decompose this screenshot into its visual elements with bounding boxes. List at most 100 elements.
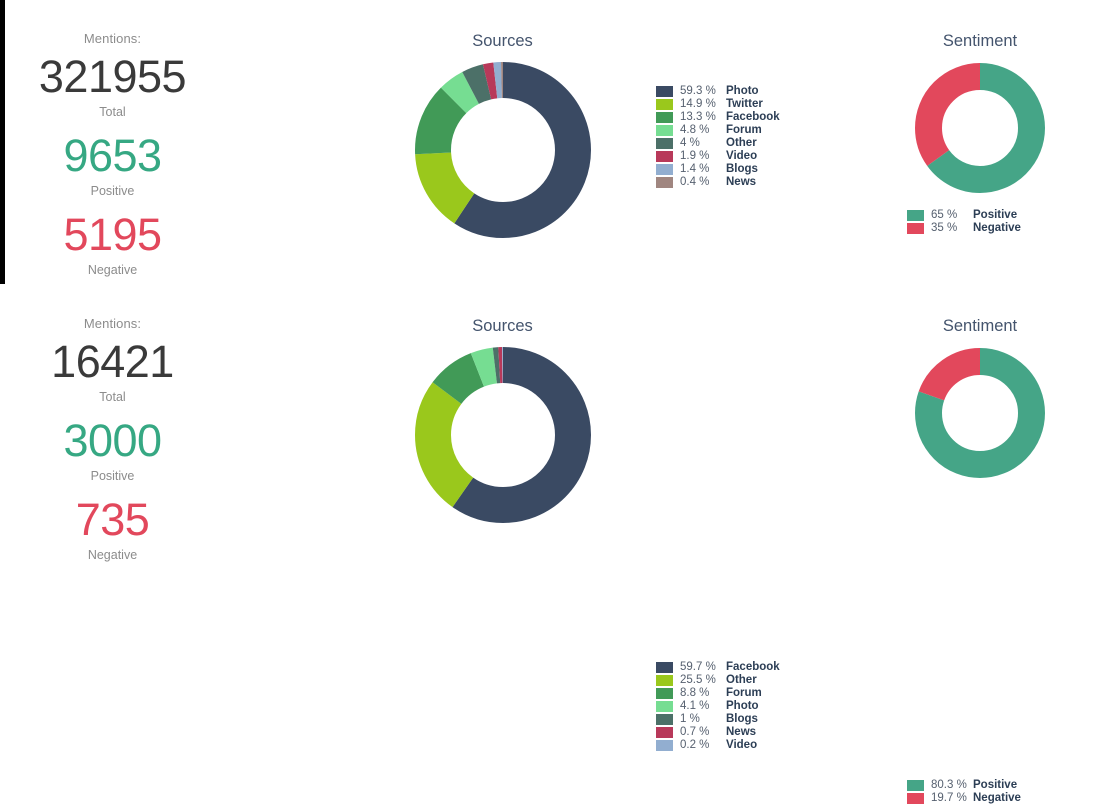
mentions-positive-value: 3000 — [63, 414, 162, 466]
legend-color-swatch — [656, 138, 673, 149]
legend-label: Video — [726, 150, 758, 162]
legend-color-swatch — [656, 675, 673, 686]
mentions-negative-value: 5195 — [63, 208, 162, 260]
mentions-negative-label: Negative — [87, 547, 138, 562]
legend-item[interactable]: 8.8 % Forum — [656, 687, 780, 700]
legend-item[interactable]: 80.3 % Positive — [907, 779, 1021, 792]
legend-item[interactable]: 14.9 % Twitter — [656, 98, 780, 111]
legend-color-swatch — [907, 210, 924, 221]
sources-chart-title: Sources — [472, 32, 533, 50]
legend-color-swatch — [656, 86, 673, 97]
mentions-positive-value: 9653 — [63, 129, 162, 181]
legend-percent: 1.4 % — [680, 163, 710, 175]
legend-color-swatch — [656, 177, 673, 188]
legend-percent: 59.3 % — [680, 85, 716, 97]
legend-item[interactable]: 59.7 % Facebook — [656, 661, 780, 674]
legend-label: News — [726, 726, 757, 738]
legend-item[interactable]: 1 % Blogs — [656, 713, 780, 726]
legend-label: Facebook — [726, 661, 780, 673]
sentiment-donut-chart[interactable] — [915, 348, 1045, 478]
legend-label: Blogs — [726, 713, 758, 725]
sentiment-chart-block: Sentiment — [880, 0, 1080, 193]
legend-color-swatch — [907, 223, 924, 234]
legend-percent: 4 % — [680, 137, 700, 149]
dashboard-row-1: Mentions: 321955 Total 9653 Positive 519… — [0, 0, 1116, 285]
sentiment-chart-block: Sentiment — [880, 285, 1080, 478]
legend-color-swatch — [656, 125, 673, 136]
legend-percent: 59.7 % — [680, 661, 716, 673]
legend-label: Other — [726, 674, 757, 686]
legend-percent: 1 % — [680, 713, 700, 725]
legend-label: Other — [726, 137, 757, 149]
legend-label: Negative — [973, 222, 1021, 234]
mentions-panel: Mentions: 16421 Total 3000 Positive 735 … — [5, 285, 220, 570]
legend-item[interactable]: 65 % Positive — [907, 209, 1021, 222]
legend-item[interactable]: 0.2 % Video — [656, 739, 780, 752]
legend-color-swatch — [656, 727, 673, 738]
legend-item[interactable]: 35 % Negative — [907, 222, 1021, 235]
sentiment-donut-chart[interactable] — [915, 63, 1045, 193]
sentiment-chart-title: Sentiment — [942, 32, 1018, 50]
legend-percent: 19.7 % — [931, 792, 967, 804]
legend-color-swatch — [907, 780, 924, 791]
legend-label: Forum — [726, 124, 762, 136]
legend-item[interactable]: 0.7 % News — [656, 726, 780, 739]
mentions-total-value: 321955 — [38, 51, 187, 102]
mentions-total-label: Total — [99, 104, 126, 119]
mentions-caption: Mentions: — [83, 316, 142, 331]
legend-percent: 4.8 % — [680, 124, 710, 136]
legend-color-swatch — [656, 164, 673, 175]
legend-color-swatch — [907, 793, 924, 804]
legend-color-swatch — [656, 112, 673, 123]
legend-item[interactable]: 1.4 % Blogs — [656, 163, 780, 176]
sources-donut-chart[interactable] — [414, 62, 591, 238]
legend-item[interactable]: 13.3 % Facebook — [656, 111, 780, 124]
legend-color-swatch — [656, 701, 673, 712]
legend-label: News — [726, 176, 757, 188]
mentions-negative-label: Negative — [87, 262, 138, 277]
legend-label: Video — [726, 739, 758, 751]
mentions-total-value: 16421 — [51, 336, 174, 387]
mentions-positive-label: Positive — [90, 183, 135, 198]
legend-label: Blogs — [726, 163, 758, 175]
legend-label: Positive — [973, 209, 1018, 221]
legend-percent: 4.1 % — [680, 700, 710, 712]
mentions-caption: Mentions: — [83, 31, 142, 46]
legend-percent: 0.7 % — [680, 726, 710, 738]
sentiment-chart-title: Sentiment — [942, 317, 1018, 335]
legend-percent: 80.3 % — [931, 779, 967, 791]
legend-item[interactable]: 0.4 % News — [656, 176, 780, 189]
legend-item[interactable]: 1.9 % Video — [656, 150, 780, 163]
legend-percent: 14.9 % — [680, 98, 716, 110]
legend-item[interactable]: 4 % Other — [656, 137, 780, 150]
legend-item[interactable]: 4.8 % Forum — [656, 124, 780, 137]
legend-percent: 0.4 % — [680, 176, 710, 188]
legend-label: Photo — [726, 700, 759, 712]
mentions-positive-label: Positive — [90, 468, 135, 483]
legend-percent: 1.9 % — [680, 150, 710, 162]
legend-percent: 65 % — [931, 209, 958, 221]
sentiment-legend: 65 % Positive 35 % Negative — [907, 209, 1021, 235]
legend-label: Twitter — [726, 98, 763, 110]
legend-color-swatch — [656, 99, 673, 110]
legend-item[interactable]: 19.7 % Negative — [907, 792, 1021, 805]
mentions-total-label: Total — [99, 389, 126, 404]
legend-color-swatch — [656, 688, 673, 699]
sources-legend: 59.7 % Facebook 25.5 % Other 8.8 % Forum 4.1 %… — [656, 661, 780, 752]
legend-item[interactable]: 59.3 % Photo — [656, 85, 780, 98]
legend-percent: 8.8 % — [680, 687, 710, 699]
legend-label: Positive — [973, 779, 1018, 791]
legend-item[interactable]: 4.1 % Photo — [656, 700, 780, 713]
sources-donut-chart[interactable] — [414, 347, 591, 523]
legend-item[interactable]: 25.5 % Other — [656, 674, 780, 687]
legend-label: Negative — [973, 792, 1021, 804]
legend-label: Forum — [726, 687, 762, 699]
mentions-negative-value: 735 — [75, 493, 150, 545]
legend-color-swatch — [656, 151, 673, 162]
sources-legend: 59.3 % Photo 14.9 % Twitter 13.3 % Facebook 4.… — [656, 85, 780, 189]
sources-chart-block: Sources — [330, 285, 675, 523]
sources-chart-title: Sources — [472, 317, 533, 335]
legend-percent: 13.3 % — [680, 111, 716, 123]
sentiment-legend: 80.3 % Positive 19.7 % Negative — [907, 779, 1021, 805]
legend-color-swatch — [656, 714, 673, 725]
